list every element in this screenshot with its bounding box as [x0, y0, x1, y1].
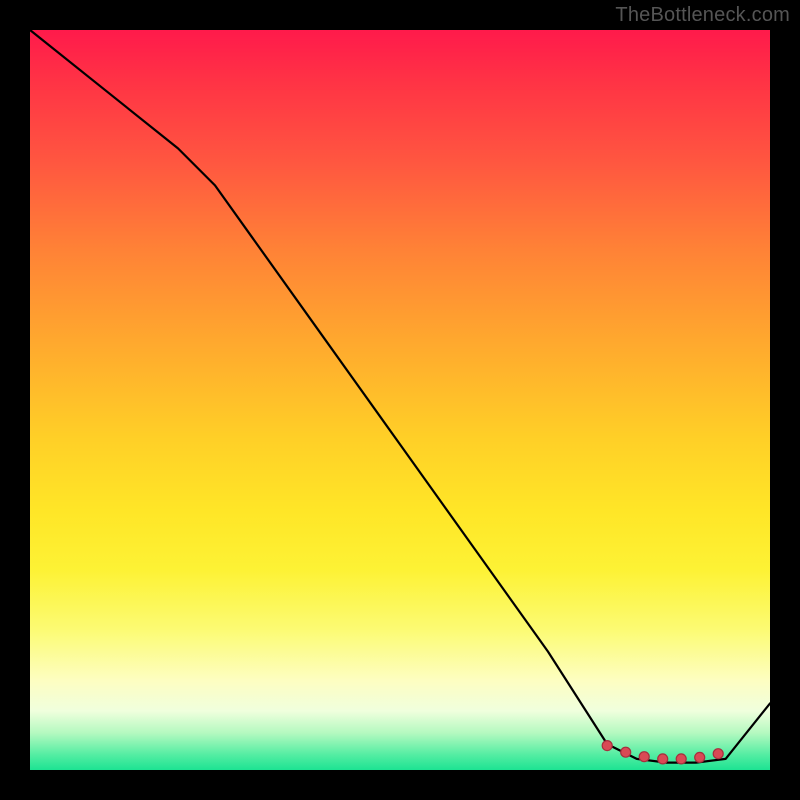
chart-overlay — [30, 30, 770, 770]
chart-canvas: TheBottleneck.com — [0, 0, 800, 800]
marker-dot — [713, 749, 723, 759]
line-series-curve — [30, 30, 770, 763]
marker-dot — [602, 741, 612, 751]
marker-dot — [658, 754, 668, 764]
marker-dot — [621, 747, 631, 757]
marker-dot — [639, 752, 649, 762]
watermark-text: TheBottleneck.com — [615, 4, 790, 27]
marker-dot — [676, 754, 686, 764]
marker-dot — [695, 752, 705, 762]
